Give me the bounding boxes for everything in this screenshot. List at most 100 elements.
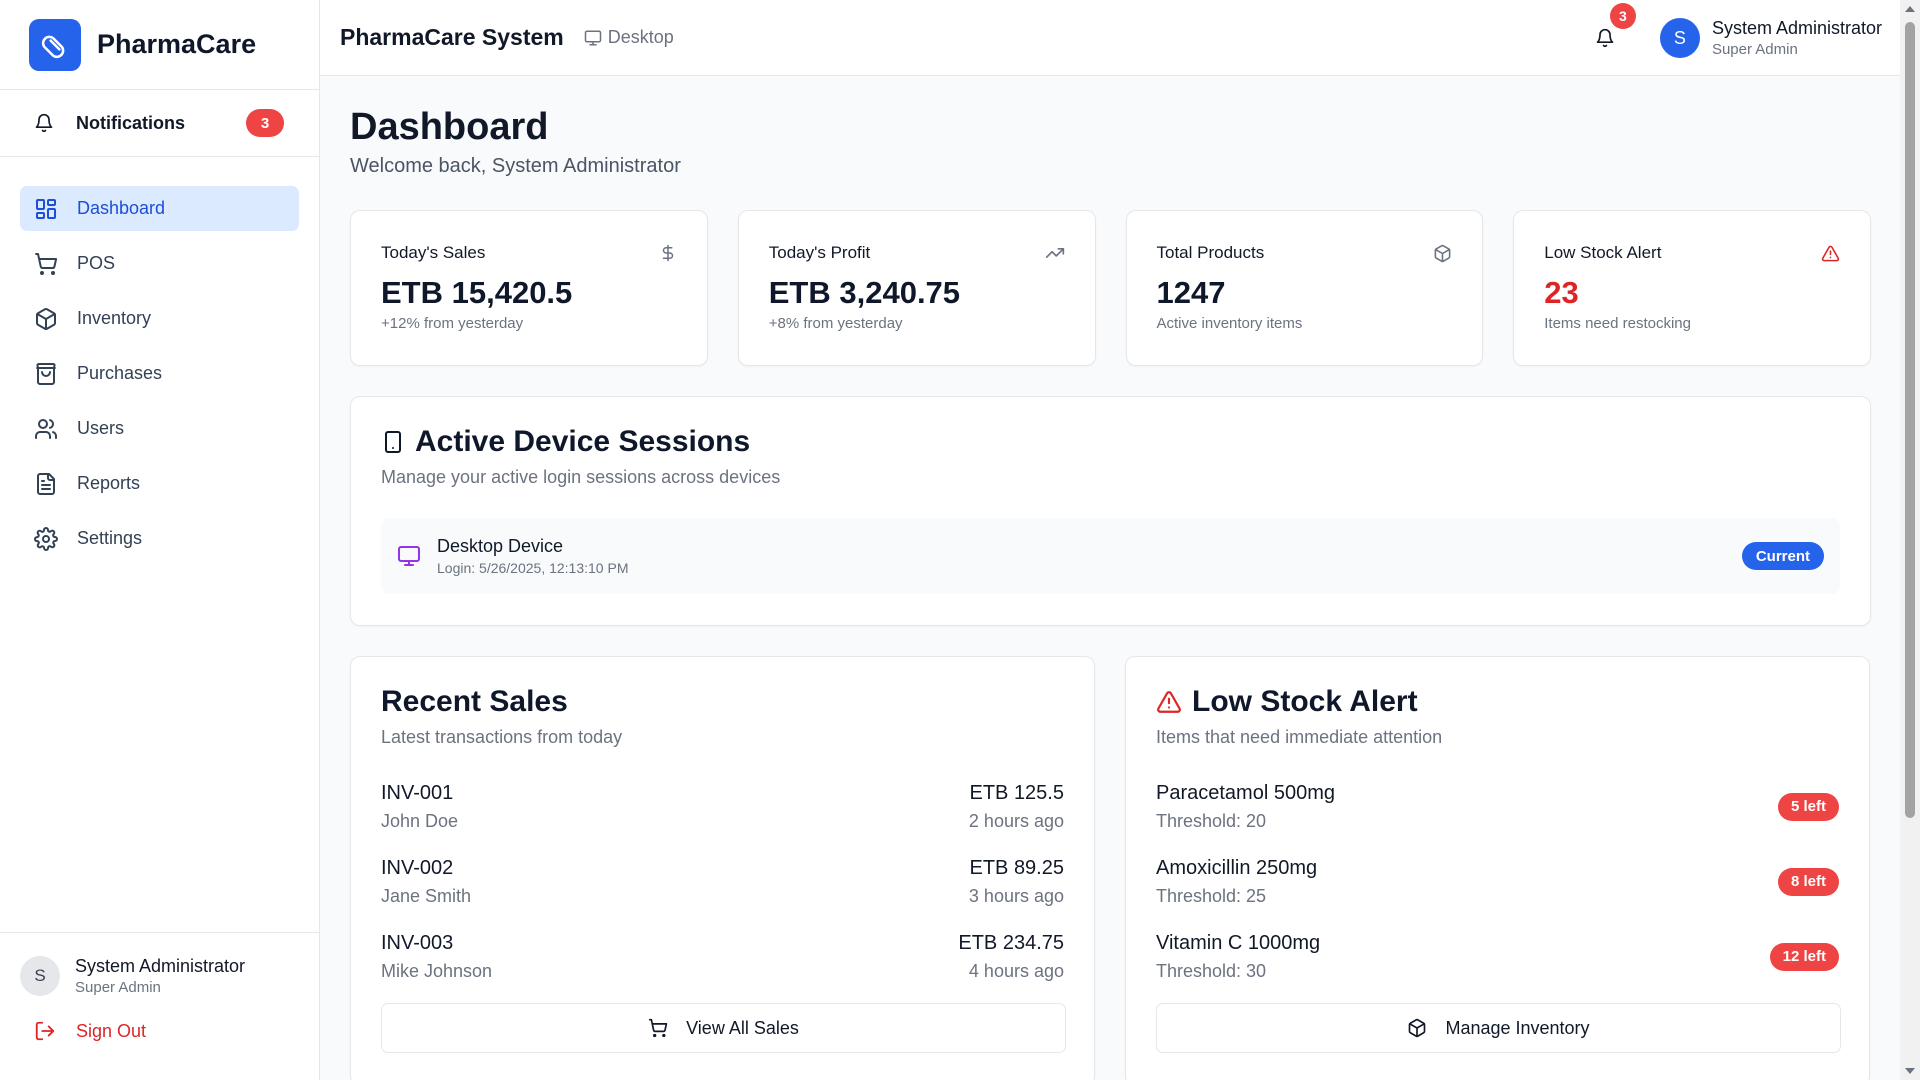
sidebar-item-label: Settings (77, 528, 143, 548)
bell-icon (34, 113, 54, 133)
stock-left-badge: 8 left (1777, 867, 1839, 896)
sale-invoice: INV-003 (381, 931, 454, 954)
recent-sales-card: Recent Sales Latest transactions from to… (350, 656, 1095, 1080)
sign-out-button[interactable]: Sign Out (0, 996, 320, 1042)
device-indicator: Desktop (584, 27, 674, 48)
header-title: PharmaCare System (340, 24, 564, 50)
notifications-count-badge: 3 (246, 109, 284, 137)
avatar[interactable]: S (1659, 18, 1700, 58)
stat-value: ETB 3,240.75 (768, 275, 961, 310)
sidebar-item-inventory[interactable]: Inventory (20, 296, 299, 341)
stock-left-badge: 5 left (1777, 792, 1839, 821)
sign-out-label: Sign Out (76, 1020, 147, 1041)
sidebar-item-label: Purchases (77, 363, 163, 383)
card-subtitle: Items that need immediate attention (1156, 727, 1443, 747)
card-title: Active Device Sessions (415, 425, 751, 458)
scroll-thumb[interactable] (1905, 22, 1915, 818)
stat-note: +12% from yesterday (381, 315, 524, 332)
notifications-label: Notifications (76, 112, 186, 133)
sale-time: 4 hours ago (968, 960, 1064, 981)
sale-time: 3 hours ago (968, 885, 1064, 906)
package-icon (1407, 1018, 1427, 1038)
page-subtitle: Welcome back, System Administrator (350, 155, 681, 177)
current-session-badge: Current (1741, 542, 1824, 570)
session-login-time: Login: 5/26/2025, 12:13:10 PM (437, 560, 629, 576)
user-role: Super Admin (75, 979, 161, 996)
header-user[interactable]: System Administrator Super Admin (1712, 18, 1882, 58)
trending-up-icon (1045, 243, 1065, 263)
sidebar-item-users[interactable]: Users (20, 406, 299, 451)
pill-logo-icon (29, 18, 81, 71)
top-header: PharmaCare System Desktop 3 S System Adm… (320, 0, 1900, 76)
product-name: Amoxicillin 250mg (1156, 856, 1318, 879)
button-label: View All Sales (686, 1017, 799, 1038)
warning-icon (1821, 244, 1840, 263)
sale-row[interactable]: INV-001 John Doe ETB 125.5 2 hours ago (381, 778, 1064, 835)
sidebar-item-settings[interactable]: Settings (20, 516, 299, 561)
low-stock-row[interactable]: Amoxicillin 250mg Threshold: 25 8 left (1156, 853, 1839, 910)
card-title: Low Stock Alert (1192, 685, 1418, 718)
sidebar-item-purchases[interactable]: Purchases (20, 351, 299, 396)
user-role: Super Admin (1711, 41, 1798, 58)
sale-customer: John Doe (381, 810, 459, 831)
low-stock-row[interactable]: Paracetamol 500mg Threshold: 20 5 left (1156, 778, 1839, 835)
scroll-down-arrow[interactable] (1905, 1068, 1915, 1074)
view-all-sales-button[interactable]: View All Sales (381, 1003, 1066, 1053)
sale-invoice: INV-002 (381, 856, 454, 879)
stat-card-low-stock: Low Stock Alert 23 Items need restocking (1513, 210, 1871, 366)
cart-icon (34, 252, 58, 276)
notifications-button[interactable]: 3 (1590, 3, 1636, 53)
sidebar-item-dashboard[interactable]: Dashboard (20, 186, 299, 231)
stat-label: Low Stock Alert (1544, 243, 1662, 262)
monitor-icon (397, 544, 421, 568)
manage-inventory-button[interactable]: Manage Inventory (1156, 1003, 1841, 1053)
product-threshold: Threshold: 30 (1156, 960, 1267, 981)
session-row[interactable]: Desktop Device Login: 5/26/2025, 12:13:1… (381, 518, 1840, 594)
low-stock-card: Low Stock Alert Items that need immediat… (1125, 656, 1870, 1080)
sidebar-notifications[interactable]: Notifications 3 (0, 90, 319, 157)
brand[interactable]: PharmaCare (0, 0, 319, 90)
sidebar-item-label: Inventory (77, 308, 152, 328)
sale-amount: ETB 125.5 (969, 781, 1064, 804)
sidebar-item-label: Dashboard (77, 198, 166, 218)
card-subtitle: Manage your active login sessions across… (381, 467, 781, 487)
stat-value: 1247 (1156, 275, 1226, 310)
product-name: Vitamin C 1000mg (1156, 931, 1321, 954)
stat-label: Today's Sales (381, 243, 486, 262)
user-name: System Administrator (75, 956, 246, 976)
monitor-icon (584, 29, 602, 47)
card-title: Recent Sales (381, 685, 568, 718)
main-content: Dashboard Welcome back, System Administr… (350, 76, 1871, 1080)
product-threshold: Threshold: 20 (1156, 810, 1267, 831)
page-title: Dashboard (350, 106, 549, 148)
stat-label: Total Products (1156, 243, 1265, 262)
sidebar-item-label: Reports (77, 473, 141, 493)
sidebar-footer: S System Administrator Super Admin Sign … (0, 932, 320, 1080)
brand-name: PharmaCare (97, 29, 257, 59)
cart-icon (648, 1018, 668, 1038)
stat-note: Items need restocking (1544, 315, 1691, 332)
low-stock-row[interactable]: Vitamin C 1000mg Threshold: 30 12 left (1156, 928, 1839, 985)
sale-time: 2 hours ago (968, 810, 1064, 831)
stat-note: Active inventory items (1156, 315, 1303, 332)
sale-row[interactable]: INV-003 Mike Johnson ETB 234.75 4 hours … (381, 928, 1064, 985)
stats-row: Today's Sales ETB 15,420.5 +12% from yes… (350, 210, 1871, 366)
sale-customer: Jane Smith (381, 885, 472, 906)
session-device-name: Desktop Device (437, 536, 564, 556)
sidebar-item-pos[interactable]: POS (20, 241, 299, 286)
sidebar: PharmaCare Notifications 3 Dashboard POS… (0, 0, 320, 1080)
logout-icon (34, 1020, 56, 1042)
sidebar-item-reports[interactable]: Reports (20, 461, 299, 506)
sale-row[interactable]: INV-002 Jane Smith ETB 89.25 3 hours ago (381, 853, 1064, 910)
stat-value: 23 (1544, 275, 1579, 310)
product-threshold: Threshold: 25 (1156, 885, 1267, 906)
sale-invoice: INV-001 (381, 781, 454, 804)
warning-icon (1156, 689, 1182, 715)
gear-icon (34, 526, 58, 551)
dashboard-grid-icon (34, 197, 58, 221)
package-icon (1433, 244, 1452, 263)
avatar: S (20, 956, 60, 996)
scrollbar[interactable] (1900, 0, 1920, 1080)
sidebar-user[interactable]: S System Administrator Super Admin (0, 933, 320, 996)
scroll-up-arrow[interactable] (1905, 6, 1915, 12)
